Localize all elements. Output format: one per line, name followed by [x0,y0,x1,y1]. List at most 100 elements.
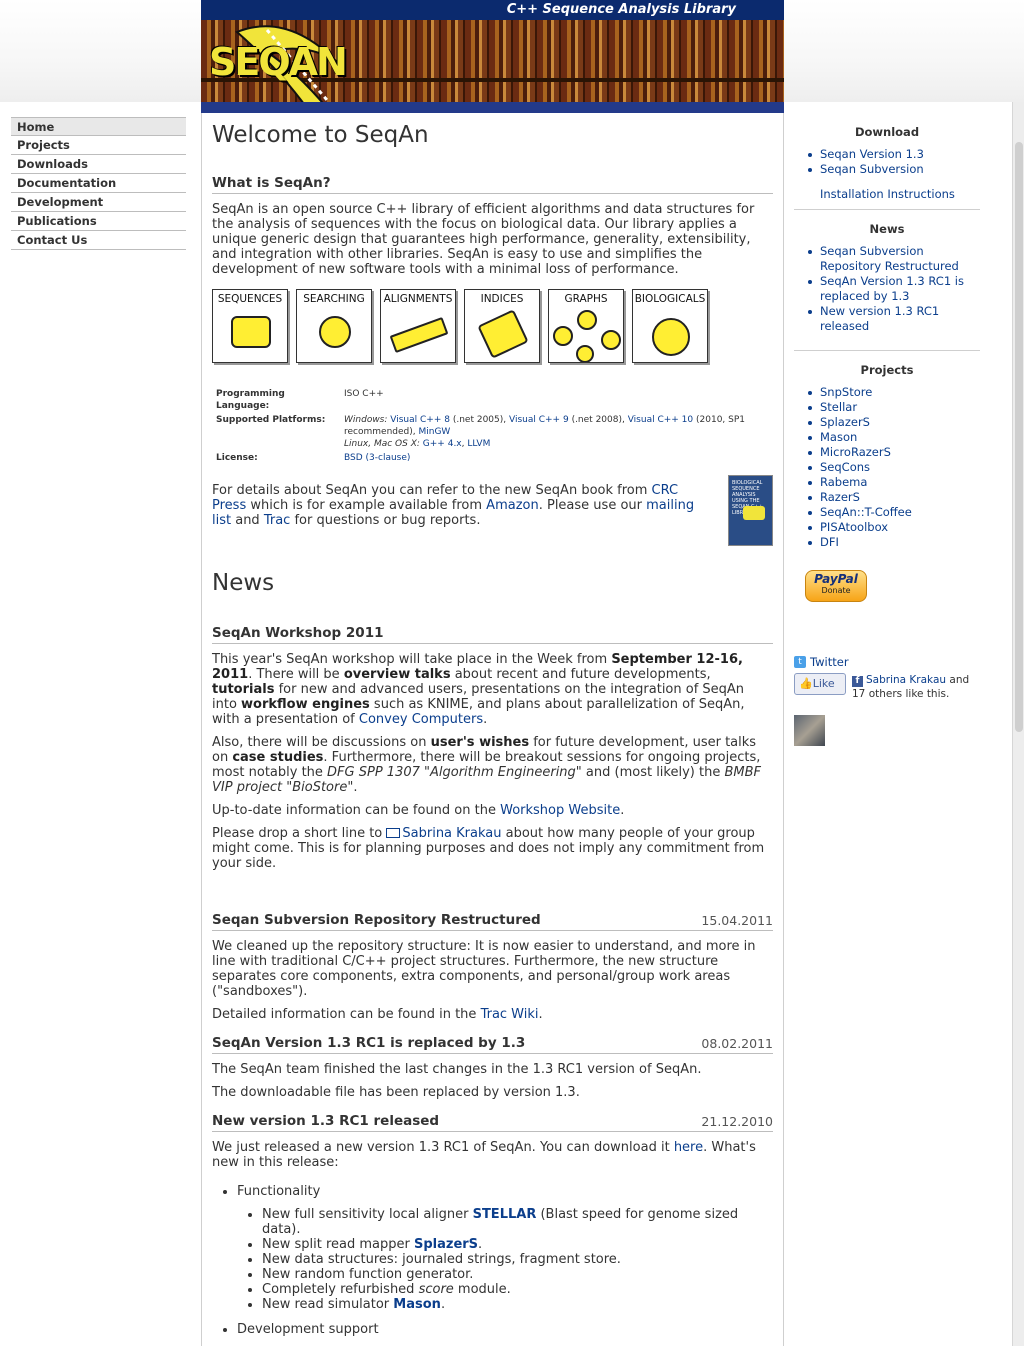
nav-item-contact-us[interactable]: Contact Us [11,231,186,250]
sidebar-news-link[interactable]: New version 1.3 RC1 released [806,304,980,334]
list-item: Completely refurbished score module. [262,1282,773,1297]
sidebar-link-seqan-13[interactable]: Seqan Version 1.3 [806,147,980,162]
category-icons: SEQUENCES SEARCHING ALIGNMENTS INDICES G… [212,289,773,363]
nav-item-home[interactable]: Home [11,117,186,136]
workshop-website-link[interactable]: Workshop Website [500,803,620,818]
sidebar-project-link[interactable]: DFI [806,535,980,550]
sidebar-project-link[interactable]: Mason [806,430,980,445]
news-heading-text: New version 1.3 RC1 released [212,1113,440,1129]
banner-title: C++ Sequence Analysis Library [201,0,784,20]
nav-item-documentation[interactable]: Documentation [11,174,186,193]
gpp-link[interactable]: G++ 4.x [423,439,462,449]
social-widgets: t Twitter 👍Like f Sabrina Krakau and 17 o… [794,655,994,746]
amazon-link[interactable]: Amazon [486,498,539,513]
mason-link[interactable]: Mason [393,1297,441,1312]
svn-paragraph-2: Detailed information can be found in the… [212,1007,773,1022]
workshop-paragraph-2: Also, there will be discussions on user'… [212,735,773,795]
sidebar-link-seqan-subversion[interactable]: Seqan Subversion [806,162,980,177]
paypal-donate-button[interactable]: PayPal Donate [805,570,867,602]
visual-cpp-8-link[interactable]: Visual C++ 8 [390,415,450,425]
site-banner: C++ Sequence Analysis Library SEQAN [201,0,784,113]
sidebar-project-link[interactable]: Stellar [806,400,980,415]
facebook-friend-link[interactable]: Sabrina Krakau [866,674,946,686]
avatar[interactable] [794,715,825,746]
scrollbar-thumb[interactable] [1015,142,1023,732]
facebook-like-button[interactable]: 👍Like [794,673,846,695]
text-span: Completely refurbished [262,1282,419,1297]
seqan-book-cover[interactable]: BIOLOGICAL SEQUENCE ANALYSIS USING THE S… [728,475,773,546]
scrollbar[interactable] [1012,102,1024,1346]
llvm-link[interactable]: LLVM [467,439,490,449]
sidebar-project-link[interactable]: SnpStore [806,385,980,400]
nav-item-downloads[interactable]: Downloads [11,155,186,174]
installation-instructions-link[interactable]: Installation Instructions [794,187,980,201]
convey-computers-link[interactable]: Convey Computers [359,712,483,727]
text-span: Up-to-date information can be found on t… [212,803,501,818]
sidebar-project-link[interactable]: SeqCons [806,460,980,475]
category-alignments[interactable]: ALIGNMENTS [380,289,456,363]
nav-item-projects[interactable]: Projects [11,136,186,155]
text-span: New full sensitivity local aligner [262,1207,473,1222]
page-title: Welcome to SeqAn [212,122,429,148]
visual-cpp-9-link[interactable]: Visual C++ 9 [509,415,569,425]
splazers-link[interactable]: SplazerS [414,1237,478,1252]
news-heading-text: SeqAn Version 1.3 RC1 is replaced by 1.3 [212,1035,526,1051]
mingw-link[interactable]: MinGW [418,427,450,437]
stellar-link[interactable]: STELLAR [473,1207,537,1222]
donate-label: Donate [821,586,851,595]
rc1-paragraph-1: We just released a new version 1.3 RC1 o… [212,1140,773,1170]
text-span: . [483,712,488,727]
spool-icon [231,316,271,348]
section-heading-what-is-seqan: What is SeqAn? [212,176,773,194]
category-label: SEQUENCES [217,293,283,305]
twitter-label: Twitter [810,655,849,669]
book-icon [477,309,529,359]
trac-wiki-link[interactable]: Trac Wiki [481,1007,539,1022]
logo-text: SEQAN [209,40,348,84]
sidebar-project-link[interactable]: Rabema [806,475,980,490]
info-value-platforms: Windows: Visual C++ 8 (.net 2005), Visua… [344,415,746,449]
text-span: Please drop a short line to [212,826,387,841]
category-biologicals[interactable]: BIOLOGICALS [632,289,708,363]
category-indices[interactable]: INDICES [464,289,540,363]
trac-link[interactable]: Trac [264,513,291,528]
sidebar-news-link[interactable]: Seqan Subversion Repository Restructured [806,244,980,274]
twitter-icon: t [794,656,806,668]
sidebar-project-link[interactable]: SplazerS [806,415,980,430]
sidebar-heading-news: News [869,222,905,236]
news-heading-version-13: SeqAn Version 1.3 RC1 is replaced by 1.3… [212,1036,773,1054]
sidebar-project-link[interactable]: SeqAn::T-Coffee [806,505,980,520]
text-span: . [620,803,625,818]
like-label: Like [812,677,835,690]
download-here-link[interactable]: here [674,1140,703,1155]
info-key: License: [216,453,258,463]
news-heading-text: Seqan Subversion Repository Restructured [212,912,541,928]
nav-item-development[interactable]: Development [11,193,186,212]
text-span: . [538,1007,543,1022]
platform-prefix: Linux, Mac OS X: [344,439,420,449]
nav-item-publications[interactable]: Publications [11,212,186,231]
news-heading-workshop: SeqAn Workshop 2011 [212,626,773,644]
sidebar-news-link[interactable]: SeqAn Version 1.3 RC1 is replaced by 1.3 [806,274,980,304]
text-span: . [440,1297,446,1312]
sidebar-project-link[interactable]: RazerS [806,490,980,505]
news-date: 08.02.2011 [701,1036,773,1051]
book-paragraph: BIOLOGICAL SEQUENCE ANALYSIS USING THE S… [212,475,773,558]
category-graphs[interactable]: GRAPHS [548,289,624,363]
sabrina-krakau-email-link[interactable]: Sabrina Krakau [402,826,501,841]
category-searching[interactable]: SEARCHING [296,289,372,363]
category-label: BIOLOGICALS [634,293,706,305]
text-span: We just released a new version 1.3 RC1 o… [212,1140,674,1155]
download-list: Seqan Version 1.3 Seqan Subversion [794,147,980,177]
list-item: New read simulator Mason. [262,1297,773,1312]
paypal-logo: PayPal [814,572,858,586]
v13-paragraph-1: The SeqAn team finished the last changes… [212,1062,702,1077]
twitter-link[interactable]: t Twitter [794,655,994,669]
sidebar-project-link[interactable]: MicroRazerS [806,445,980,460]
text-span: for questions or bug reports. [290,513,481,528]
magnifier-icon [319,316,351,348]
visual-cpp-10-link[interactable]: Visual C++ 10 [628,415,693,425]
license-link[interactable]: BSD (3-clause) [344,453,410,463]
sidebar-project-link[interactable]: PISAtoolbox [806,520,980,535]
category-sequences[interactable]: SEQUENCES [212,289,288,363]
